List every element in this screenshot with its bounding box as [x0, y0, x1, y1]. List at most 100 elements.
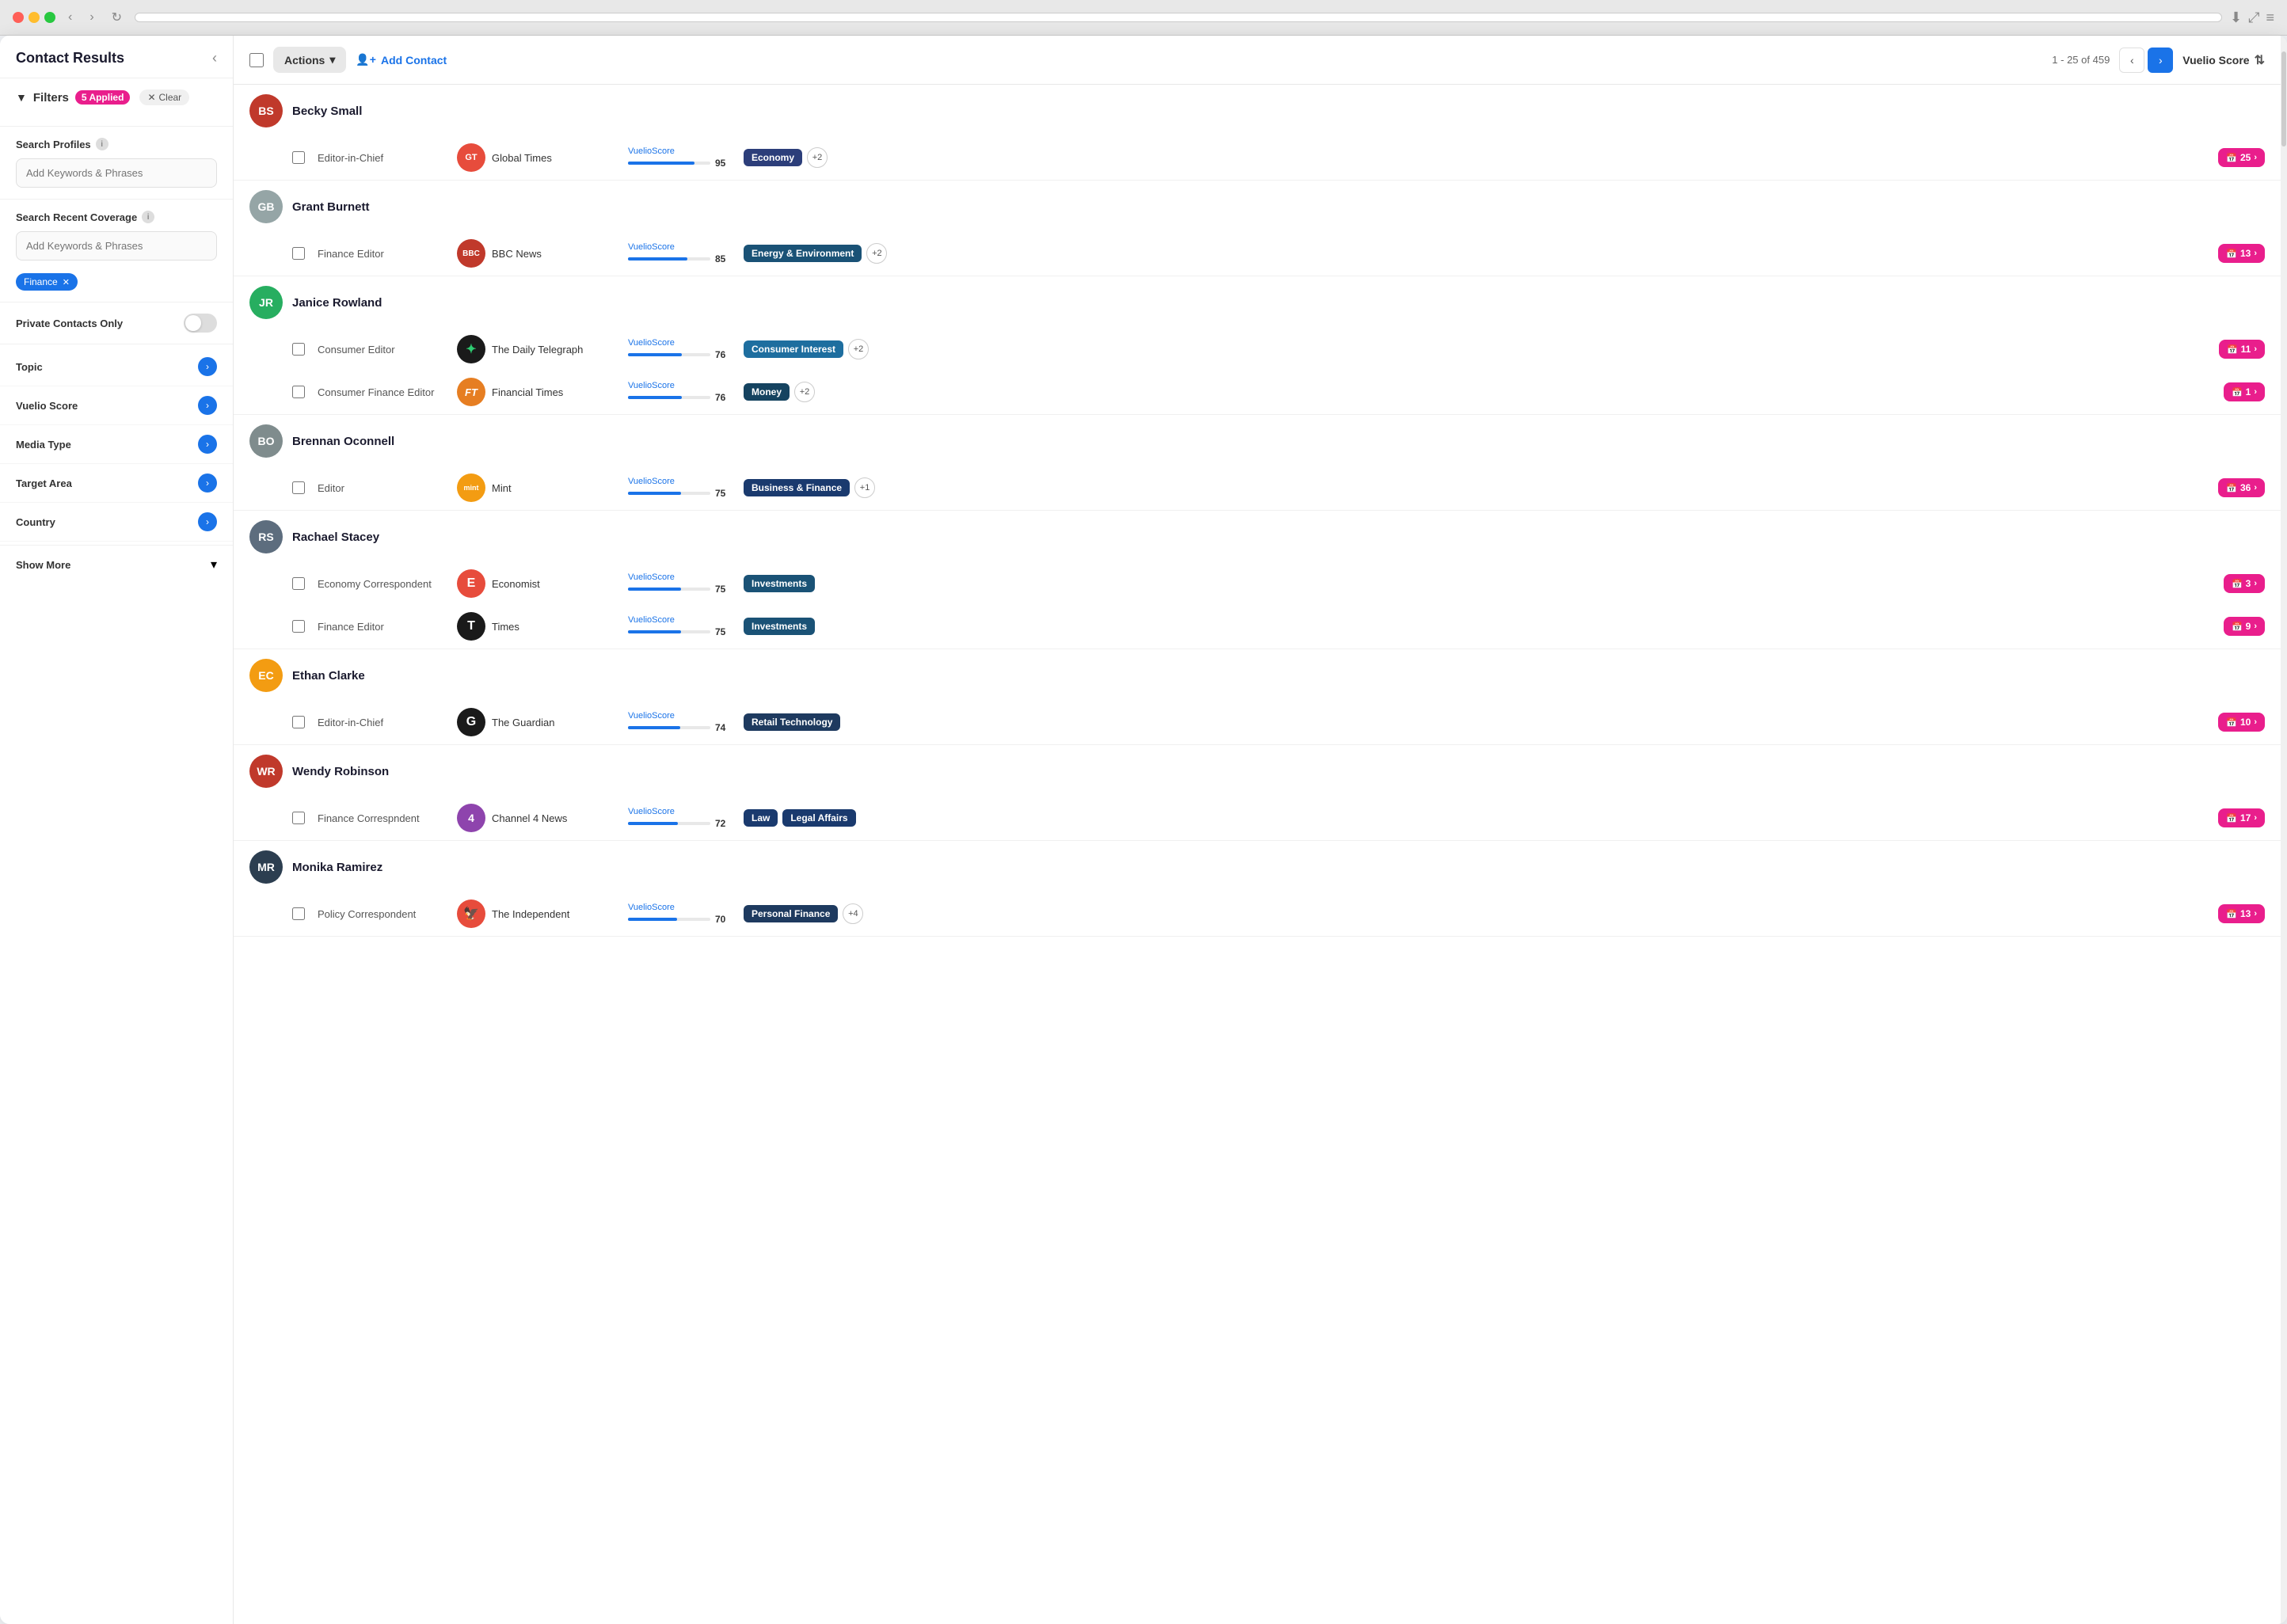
role-title-janice-rowland-1: Consumer Finance Editor — [318, 386, 444, 398]
scrollbar-thumb[interactable] — [2281, 51, 2286, 146]
articles-button-brennan-oconnell-0[interactable]: 📅 36 › — [2218, 478, 2265, 497]
articles-count-janice-rowland-0: 11 — [2241, 344, 2251, 355]
articles-button-janice-rowland-0[interactable]: 📅 11 › — [2219, 340, 2265, 359]
role-checkbox-rachael-stacey-0[interactable] — [292, 577, 305, 590]
sort-icon[interactable]: ⇅ — [2255, 52, 2265, 68]
back-button[interactable]: ‹ — [63, 9, 77, 26]
search-profiles-input[interactable] — [16, 158, 217, 188]
maximize-dot[interactable] — [44, 12, 55, 23]
score-num-rachael-stacey-1: 75 — [715, 626, 731, 637]
select-all-checkbox[interactable] — [249, 53, 264, 67]
tags-section-becky-small-0: Economy +2 — [744, 147, 2205, 168]
avatar-becky-small: BS — [249, 94, 283, 127]
menu-button[interactable]: ≡ — [2266, 10, 2274, 26]
contact-group-monika-ramirez: MR Monika Ramirez Policy Correspondent 🦅… — [234, 841, 2281, 937]
address-bar[interactable] — [135, 13, 2222, 22]
forward-button[interactable]: › — [85, 9, 98, 26]
role-checkbox-brennan-oconnell-0[interactable] — [292, 481, 305, 494]
role-title-wendy-robinson-0: Finance Correspndent — [318, 812, 444, 824]
filter-item-country[interactable]: Country › — [0, 503, 233, 542]
role-checkbox-ethan-clarke-0[interactable] — [292, 716, 305, 728]
role-checkbox-becky-small-0[interactable] — [292, 151, 305, 164]
outlet-logo-rachael-stacey-0: E — [457, 569, 485, 598]
filter-item-label-target-area: Target Area — [16, 477, 72, 489]
actions-button[interactable]: Actions ▾ — [273, 47, 346, 73]
contact-person-wendy-robinson: WR Wendy Robinson — [234, 745, 2281, 797]
score-bar-bg — [628, 588, 710, 591]
role-checkbox-monika-ramirez-0[interactable] — [292, 907, 305, 920]
show-more-button[interactable]: Show More ▾ — [0, 545, 233, 584]
topic-tag: Business & Finance — [744, 479, 850, 496]
extra-tags-badge[interactable]: +4 — [843, 903, 863, 924]
filter-item-media-type[interactable]: Media Type › — [0, 425, 233, 464]
contact-group-janice-rowland: JR Janice Rowland Consumer Editor ✦ The … — [234, 276, 2281, 415]
articles-button-rachael-stacey-0[interactable]: 📅 3 › — [2224, 574, 2265, 593]
filter-chevron-vuelio-score: › — [198, 396, 217, 415]
collapse-button[interactable]: ‹ — [212, 50, 217, 67]
articles-count-ethan-clarke-0: 10 — [2240, 717, 2251, 728]
score-bar-bg — [628, 257, 710, 261]
avatar-brennan-oconnell: BO — [249, 424, 283, 458]
score-num-grant-burnett-0: 85 — [715, 253, 731, 264]
extra-tags-badge[interactable]: +2 — [848, 339, 869, 359]
add-contact-button[interactable]: 👤+ Add Contact — [356, 53, 447, 67]
filter-item-topic[interactable]: Topic › — [0, 348, 233, 386]
person-name-grant-burnett: Grant Burnett — [292, 200, 370, 214]
clear-button[interactable]: ✕ Clear — [139, 89, 189, 105]
extra-tags-badge[interactable]: +2 — [866, 243, 887, 264]
articles-button-wendy-robinson-0[interactable]: 📅 17 › — [2218, 808, 2265, 827]
articles-chevron-icon: › — [2254, 813, 2257, 823]
role-title-rachael-stacey-0: Economy Correspondent — [318, 578, 444, 590]
score-bar-bg — [628, 492, 710, 495]
score-bar-bg — [628, 918, 710, 921]
score-bar-bg — [628, 353, 710, 356]
extra-tags-badge[interactable]: +1 — [854, 477, 875, 498]
score-bar-fill — [628, 257, 687, 261]
role-checkbox-janice-rowland-0[interactable] — [292, 343, 305, 356]
filter-item-vuelio-score[interactable]: Vuelio Score › — [0, 386, 233, 425]
score-label-grant-burnett-0: VuelioScore — [628, 242, 731, 252]
vuelio-score-header: Vuelio Score ⇅ — [2182, 52, 2265, 68]
outlet-info-rachael-stacey-0: E Economist — [457, 569, 615, 598]
search-profiles-info-icon[interactable]: i — [96, 138, 108, 150]
topic-tag: Energy & Environment — [744, 245, 862, 262]
score-num-janice-rowland-1: 76 — [715, 392, 731, 403]
download-button[interactable]: ⬇ — [2230, 10, 2242, 26]
toggle-knob — [185, 315, 201, 331]
minimize-dot[interactable] — [29, 12, 40, 23]
private-contacts-toggle[interactable] — [184, 314, 217, 333]
avatar-rachael-stacey: RS — [249, 520, 283, 553]
role-checkbox-grant-burnett-0[interactable] — [292, 247, 305, 260]
extra-tags-badge[interactable]: +2 — [807, 147, 828, 168]
articles-button-becky-small-0[interactable]: 📅 25 › — [2218, 148, 2265, 167]
next-page-button[interactable]: › — [2148, 48, 2173, 73]
outlet-info-ethan-clarke-0: G The Guardian — [457, 708, 615, 736]
vertical-scrollbar[interactable] — [2281, 36, 2287, 1624]
fullscreen-button[interactable]: ⤢ — [2248, 10, 2259, 26]
extra-tags-badge[interactable]: +2 — [794, 382, 815, 402]
close-dot[interactable] — [13, 12, 24, 23]
articles-chevron-icon: › — [2254, 579, 2257, 588]
finance-tag-remove[interactable]: ✕ — [63, 277, 70, 287]
filter-item-target-area[interactable]: Target Area › — [0, 464, 233, 503]
articles-chevron-icon: › — [2254, 387, 2257, 397]
outlet-logo-janice-rowland-1: FT — [457, 378, 485, 406]
articles-button-monika-ramirez-0[interactable]: 📅 13 › — [2218, 904, 2265, 923]
articles-button-rachael-stacey-1[interactable]: 📅 9 › — [2224, 617, 2265, 636]
score-label-janice-rowland-0: VuelioScore — [628, 338, 731, 348]
articles-chevron-icon: › — [2254, 483, 2257, 493]
role-checkbox-janice-rowland-1[interactable] — [292, 386, 305, 398]
browser-chrome: ‹ › ↻ ⬇ ⤢ ≡ — [0, 0, 2287, 36]
contact-person-becky-small: BS Becky Small — [234, 85, 2281, 137]
recent-coverage-input[interactable] — [16, 231, 217, 261]
role-checkbox-rachael-stacey-1[interactable] — [292, 620, 305, 633]
role-checkbox-wendy-robinson-0[interactable] — [292, 812, 305, 824]
articles-button-grant-burnett-0[interactable]: 📅 13 › — [2218, 244, 2265, 263]
prev-page-button[interactable]: ‹ — [2119, 48, 2144, 73]
articles-button-janice-rowland-1[interactable]: 📅 1 › — [2224, 382, 2265, 401]
score-bar-bg — [628, 162, 710, 165]
score-section-janice-rowland-0: VuelioScore 76 — [628, 338, 731, 360]
refresh-button[interactable]: ↻ — [107, 8, 127, 27]
recent-coverage-info-icon[interactable]: i — [142, 211, 154, 223]
articles-button-ethan-clarke-0[interactable]: 📅 10 › — [2218, 713, 2265, 732]
